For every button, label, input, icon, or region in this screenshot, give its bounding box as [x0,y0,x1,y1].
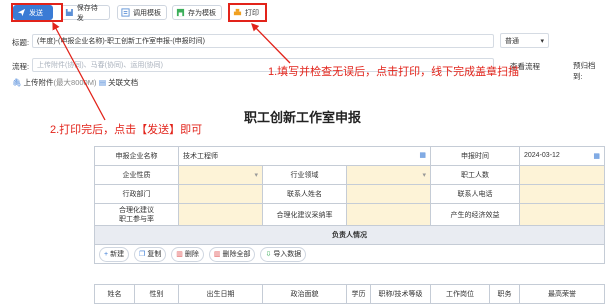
phone-input[interactable] [519,184,605,204]
picker-icon[interactable]: ▦ [419,151,426,159]
trash-icon: ▥ [213,251,221,258]
responsible-table-header: 姓名 性别 出生日期 政治面貌 学历 职称/技术等级 工作岗位 职务 最高荣誉 [94,284,605,304]
dept-input[interactable] [178,184,263,204]
company-label: 申报企业名称 [94,146,179,166]
chevron-down-icon: ▾ [422,172,426,179]
adopt-label: 合理化建议采纳率 [262,203,347,226]
arrow-to-print [251,23,291,64]
company-value: 技术工程师 [183,153,218,160]
contact-label: 联系人姓名 [262,184,347,204]
new-label: 新建 [110,251,125,258]
col-birthdate: 出生日期 [178,284,263,304]
benefit-input[interactable] [519,203,605,226]
col-education: 学历 [346,284,371,304]
col-political: 政治面貌 [262,284,347,304]
calendar-icon[interactable]: ▦ [593,152,600,160]
trash-icon: ▥ [176,251,183,258]
col-title: 职称/技术等级 [370,284,431,304]
delete-button[interactable]: ▥ 删除 [171,246,204,262]
dept-label: 行政部门 [94,184,179,204]
import-label: 导入数据 [273,251,302,258]
staff-label: 职工人数 [430,165,520,185]
col-gender: 性别 [134,284,179,304]
chevron-down-icon: ▾ [254,172,258,179]
adopt-input[interactable] [346,203,431,226]
date-label: 申报时间 [430,146,520,166]
date-input[interactable]: 2024-03-12 ▦ [519,146,605,166]
nature-label: 企业性质 [94,165,179,185]
copy-icon: ❐ [139,251,146,258]
benefit-label: 产生的经济效益 [430,203,520,226]
company-input[interactable]: 技术工程师 ▦ [178,146,431,166]
industry-input[interactable]: ▾ [346,165,431,185]
suggest-label: 合理化建议 职工参与率 [94,203,179,226]
phone-label: 联系人电话 [430,184,520,204]
delete-all-button[interactable]: ▥ 删除全部 [208,246,256,262]
contact-input[interactable] [346,184,431,204]
nature-input[interactable]: ▾ [178,165,263,185]
staff-input[interactable] [519,165,605,185]
import-button[interactable]: ⇩ 导入数据 [260,246,307,262]
suggest-input[interactable] [178,203,263,226]
col-name: 姓名 [94,284,135,304]
action-bar: + 新建 ❐ 复制 ▥ 删除 ▥ 删除全部 ⇩ 导入数据 [94,244,605,264]
col-position: 工作岗位 [430,284,490,304]
document-title: 职工创新工作室申报 [243,110,361,125]
plus-icon: + [104,250,109,258]
copy-button[interactable]: ❐ 复制 [134,246,167,262]
import-icon: ⇩ [265,251,272,258]
application-form: 申报企业名称 技术工程师 ▦ 申报时间 2024-03-12 ▦ 企业性质 ▾ … [94,146,605,264]
col-honor: 最高荣誉 [519,284,605,304]
col-duty: 职务 [489,284,520,304]
industry-label: 行业领域 [262,165,347,185]
new-button[interactable]: + 新建 [99,246,130,262]
copy-label: 复制 [147,251,162,258]
arrow-to-send [52,21,106,121]
date-value: 2024-03-12 [524,152,560,159]
delete-label: 删除 [184,251,199,258]
delete-all-label: 删除全部 [222,251,251,258]
section-title: 负责人情况 [94,225,605,245]
